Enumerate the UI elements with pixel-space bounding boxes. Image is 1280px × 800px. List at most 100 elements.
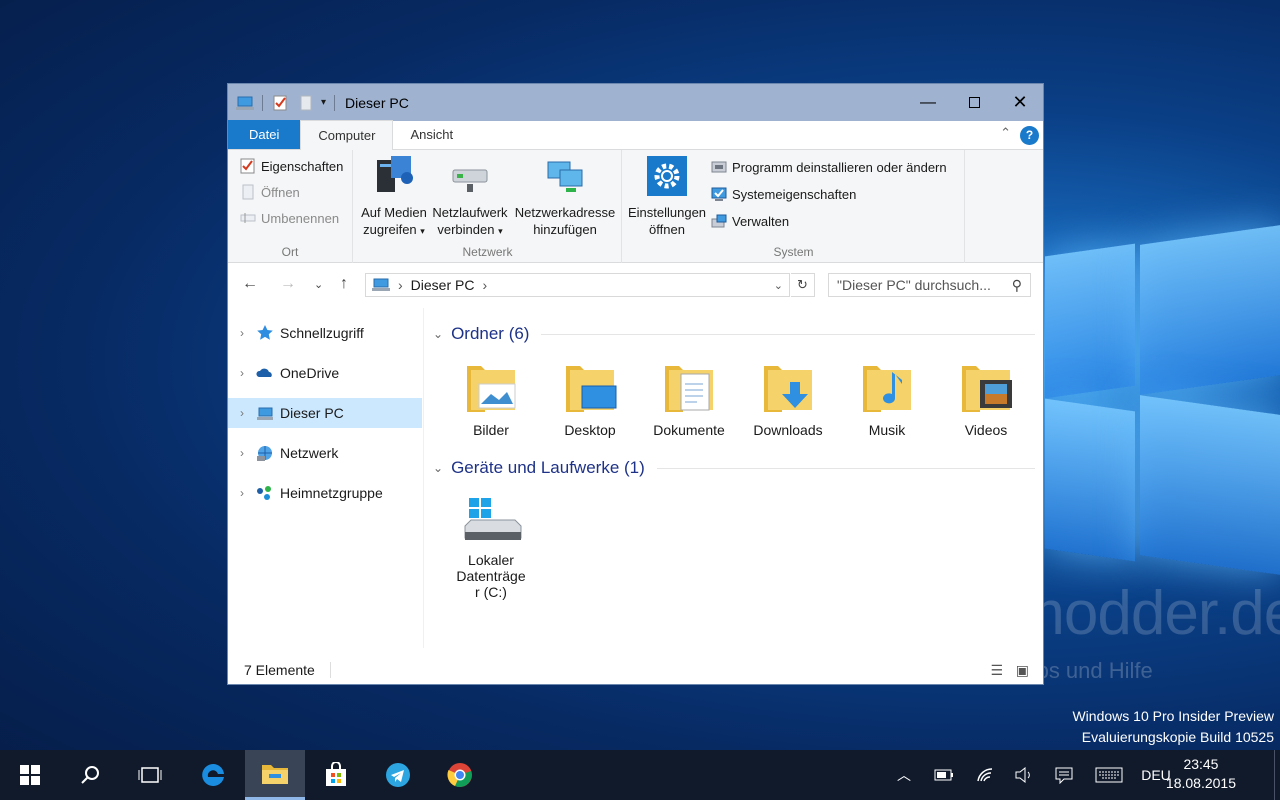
tab-ansicht[interactable]: Ansicht <box>393 120 470 149</box>
drive-local-c[interactable]: Lokaler Datenträge r (C:) <box>447 496 535 600</box>
expand-chevron-icon[interactable]: › <box>228 446 256 460</box>
tab-computer[interactable]: Computer <box>300 120 394 150</box>
minimize-button[interactable]: — <box>905 84 951 121</box>
search-placeholder: "Dieser PC" durchsuch... <box>837 277 991 293</box>
einstellungen-line2: öffnen <box>649 222 685 237</box>
nav-label: OneDrive <box>280 365 340 381</box>
settings-icon <box>647 156 687 196</box>
folder-desktop[interactable]: Desktop <box>546 360 634 438</box>
nav-item-heimnetzgruppe[interactable]: › Heimnetzgruppe <box>228 478 422 508</box>
search-icon: ⚲ <box>1011 276 1022 293</box>
maximize-icon <box>968 97 980 108</box>
chrome-button[interactable] <box>430 750 490 800</box>
folder-downloads[interactable]: Downloads <box>744 360 832 438</box>
group-label-system: System <box>773 245 814 259</box>
details-view-icon[interactable]: ☰ <box>990 656 1003 684</box>
large-icons-view-icon[interactable]: ▣ <box>1016 656 1029 684</box>
expand-chevron-icon[interactable]: › <box>228 366 256 380</box>
title-bar[interactable]: ▾ Dieser PC — ✕ <box>228 84 1043 121</box>
collapse-chevron-icon[interactable]: ⌄ <box>433 461 443 475</box>
nav-item-onedrive[interactable]: › OneDrive <box>228 358 422 388</box>
battery-icon <box>934 769 953 781</box>
address-input[interactable]: › Dieser PC › ⌄ <box>365 273 790 297</box>
auf-medien-zugreifen-button[interactable]: Auf Medien zugreifen ▾ <box>358 156 430 240</box>
documents-folder-icon <box>665 366 713 412</box>
telegram-button[interactable] <box>368 750 428 800</box>
qat-dropdown-icon[interactable]: ▾ <box>321 97 326 108</box>
task-view-icon <box>138 767 162 783</box>
maximize-button[interactable] <box>951 84 997 121</box>
touch-keyboard-button[interactable] <box>1092 750 1126 800</box>
folder-videos[interactable]: Videos <box>942 360 1030 438</box>
folder-dokumente[interactable]: Dokumente <box>645 360 733 438</box>
task-view-button[interactable] <box>120 750 180 800</box>
systemeigenschaften-label: Systemeigenschaften <box>732 186 857 202</box>
verwalten-label: Verwalten <box>732 213 790 229</box>
verwalten-button[interactable]: Verwalten <box>711 210 789 232</box>
einstellungen-oeffnen-button[interactable]: Einstellungen öffnen <box>627 156 707 238</box>
new-folder-icon[interactable] <box>297 95 315 111</box>
eigenschaften-button[interactable]: Eigenschaften <box>240 155 343 177</box>
ribbon: Eigenschaften Öffnen Umbenennen Ort Auf … <box>228 150 1043 263</box>
section-geraete[interactable]: ⌄ Geräte und Laufwerke (1) <box>433 458 1035 478</box>
collapse-chevron-icon[interactable]: ⌄ <box>433 327 443 341</box>
tab-datei[interactable]: Datei <box>228 120 301 149</box>
show-desktop-button[interactable] <box>1274 750 1280 800</box>
netzwerkadresse-line1: Netzwerkadresse <box>514 205 616 220</box>
refresh-button[interactable]: ↻ <box>791 273 815 297</box>
expand-chevron-icon[interactable]: › <box>228 486 256 500</box>
clock[interactable]: 23:45 18.08.2015 <box>1166 755 1236 793</box>
star-icon <box>257 325 273 340</box>
netzwerkadresse-hinzufuegen-button[interactable]: Netzwerkadresse hinzufügen <box>510 156 620 238</box>
status-bar: 7 Elemente ☰ ▣ <box>228 656 1043 684</box>
help-icon[interactable]: ? <box>1020 126 1039 145</box>
umbenennen-button[interactable]: Umbenennen <box>240 207 339 229</box>
nav-item-dieser-pc[interactable]: › Dieser PC <box>228 398 422 428</box>
netzlaufwerk-verbinden-button[interactable]: Netzlaufwerk verbinden ▾ <box>430 156 510 240</box>
navigation-pane: › Schnellzugriff › OneDrive › Dieser PC … <box>228 308 424 648</box>
forward-arrow-icon[interactable]: → <box>280 275 296 293</box>
oeffnen-button[interactable]: Öffnen <box>240 181 300 203</box>
search-button[interactable] <box>60 750 120 800</box>
chevron-down-icon: ▾ <box>498 226 503 236</box>
close-icon: ✕ <box>1012 92 1028 112</box>
start-button[interactable] <box>0 750 60 800</box>
system-properties-icon <box>711 187 727 201</box>
keyboard-icon <box>1095 767 1123 783</box>
store-button[interactable] <box>306 750 366 800</box>
systemeigenschaften-button[interactable]: Systemeigenschaften <box>711 183 856 205</box>
nav-label: Schnellzugriff <box>280 325 364 341</box>
search-input[interactable]: "Dieser PC" durchsuch... ⚲ <box>828 273 1031 297</box>
volume-icon <box>1015 767 1030 783</box>
recent-locations-icon[interactable]: ⌄ <box>314 278 323 291</box>
show-hidden-icons-button[interactable]: ︿ <box>890 750 918 800</box>
breadcrumb-dieser-pc[interactable]: Dieser PC <box>411 277 475 293</box>
collapse-ribbon-icon[interactable]: ⌃ <box>1000 125 1011 141</box>
expand-chevron-icon[interactable]: › <box>228 326 256 340</box>
address-dropdown-icon[interactable]: ⌄ <box>774 279 783 292</box>
properties-icon[interactable] <box>271 95 289 111</box>
drive-label-line2: Datenträge <box>456 568 526 584</box>
network-button[interactable] <box>972 750 1000 800</box>
telegram-icon <box>386 763 410 787</box>
volume-button[interactable] <box>1010 750 1038 800</box>
battery-button[interactable] <box>930 750 958 800</box>
edge-button[interactable] <box>183 750 243 800</box>
section-ordner[interactable]: ⌄ Ordner (6) <box>433 324 1035 344</box>
back-arrow-icon[interactable]: ← <box>242 275 258 293</box>
chevron-up-icon: ︿ <box>897 767 911 783</box>
up-arrow-icon[interactable]: ↑ <box>340 275 348 293</box>
file-explorer-button[interactable] <box>245 750 305 800</box>
folder-bilder[interactable]: Bilder <box>447 360 535 438</box>
expand-chevron-icon[interactable]: › <box>228 406 256 420</box>
close-button[interactable]: ✕ <box>997 84 1043 121</box>
nav-item-netzwerk[interactable]: › Netzwerk <box>228 438 422 468</box>
folder-musik[interactable]: Musik <box>843 360 931 438</box>
folder-label: Videos <box>964 422 1008 438</box>
breadcrumb-chevron-icon[interactable]: › <box>482 277 487 293</box>
taskbar: ︿ DEU 23:45 18.08.2015 <box>0 750 1280 800</box>
action-center-button[interactable] <box>1050 750 1078 800</box>
nav-item-schnellzugriff[interactable]: › Schnellzugriff <box>228 318 422 348</box>
programm-deinstallieren-button[interactable]: Programm deinstallieren oder ändern <box>711 156 947 178</box>
music-folder-icon <box>863 366 911 412</box>
